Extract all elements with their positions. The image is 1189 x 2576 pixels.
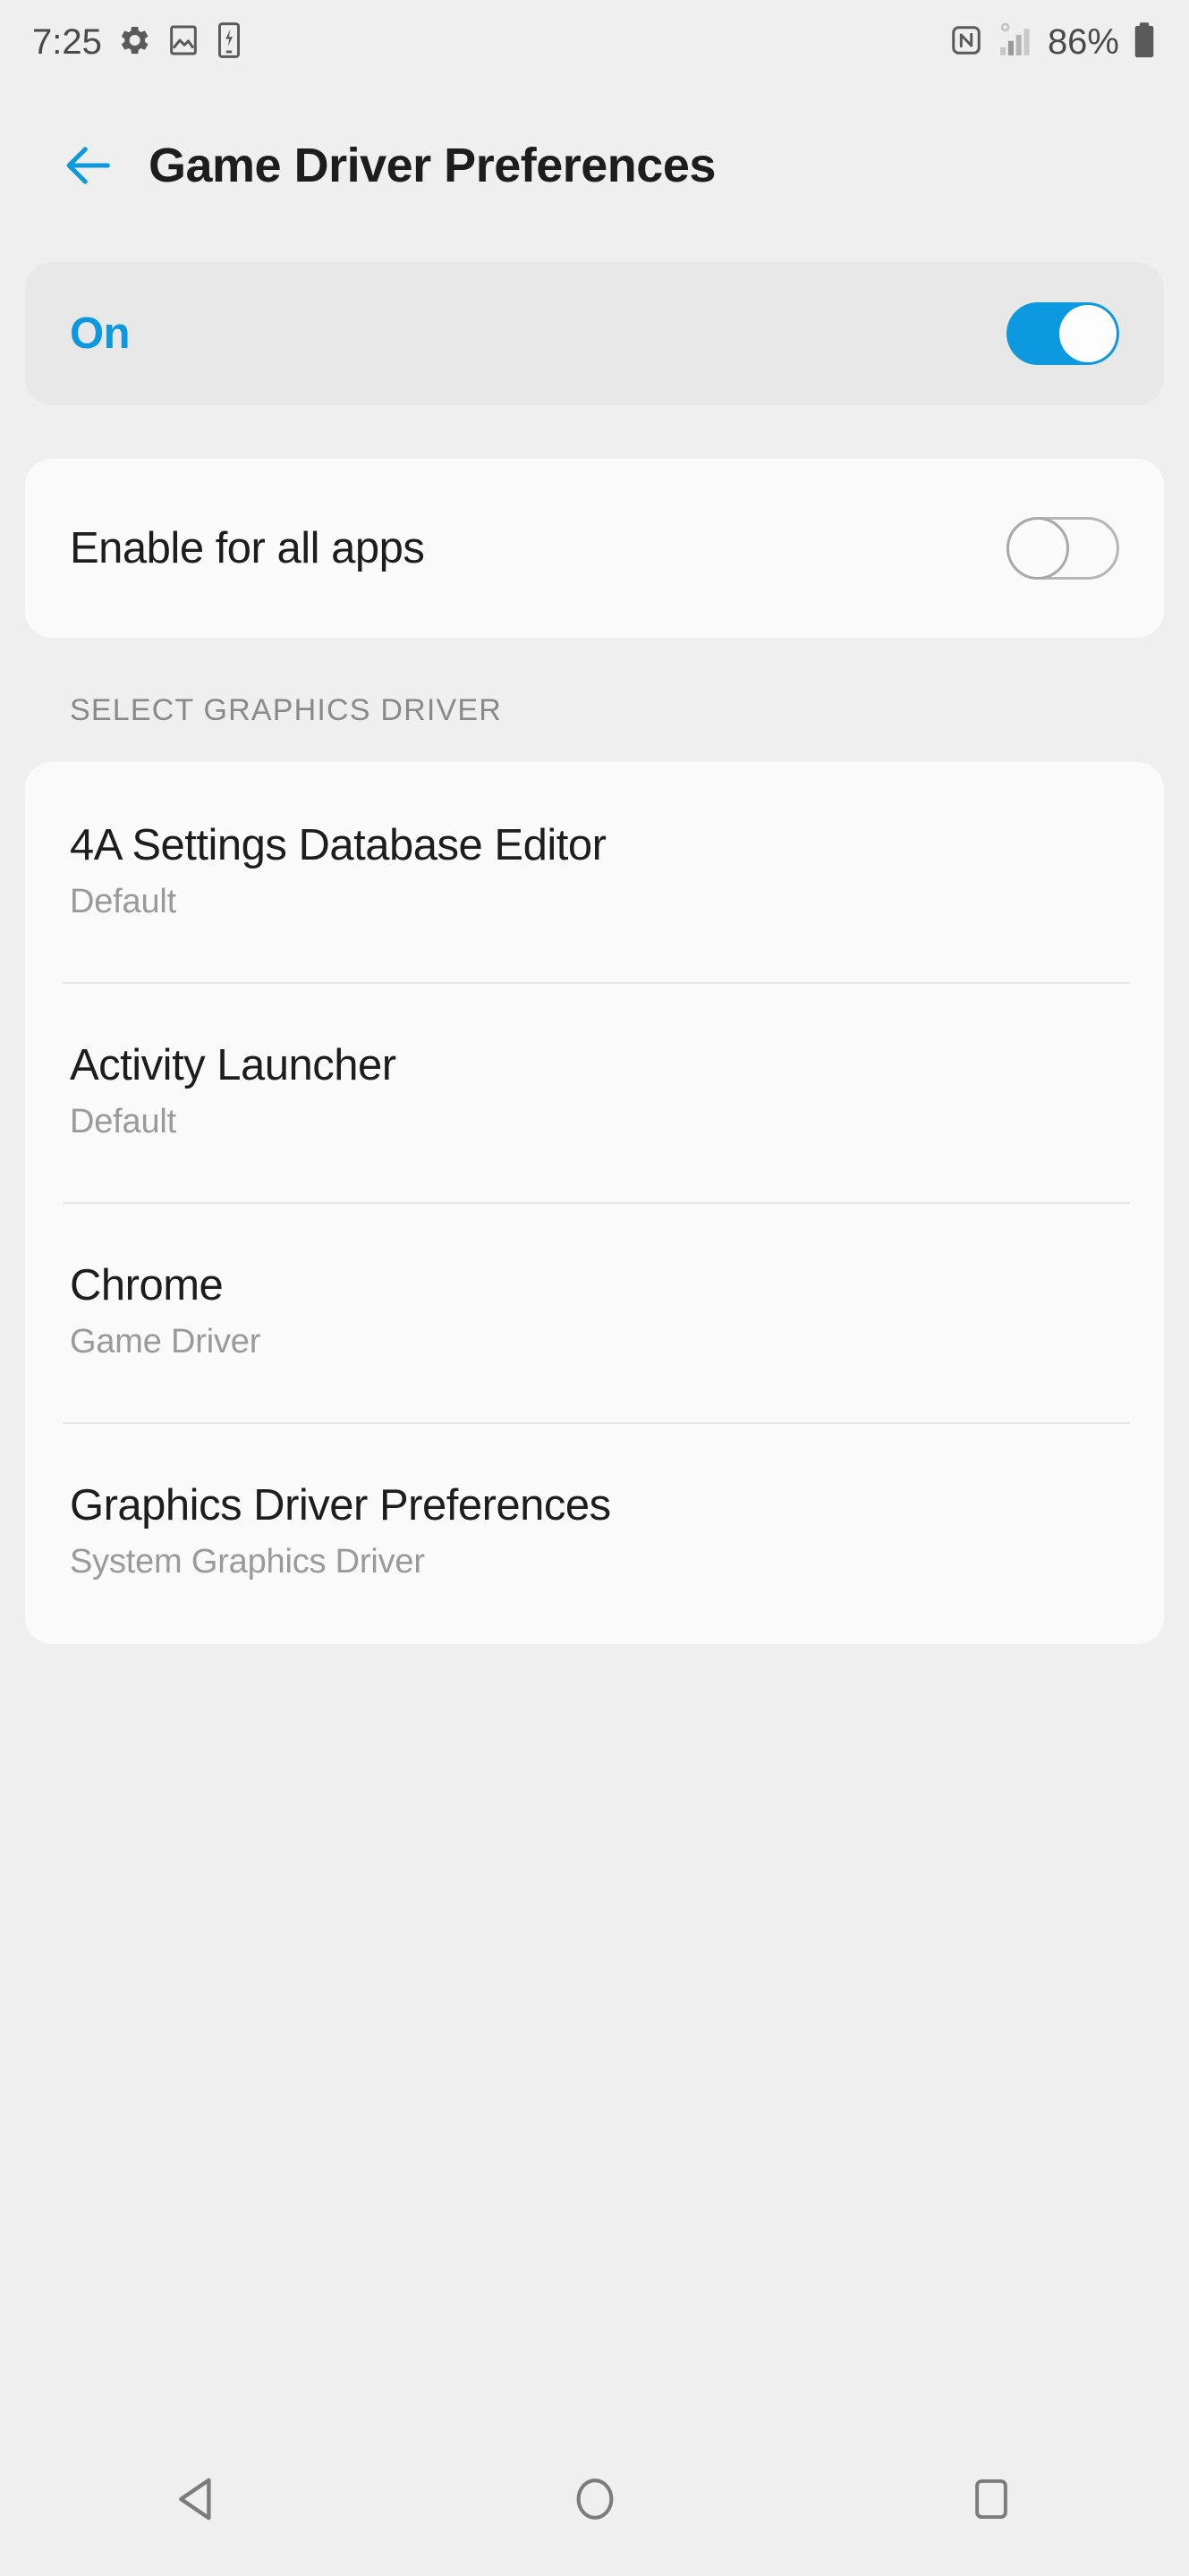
list-item[interactable]: Activity Launcher Default — [25, 982, 1164, 1202]
master-toggle-switch[interactable] — [1006, 302, 1119, 365]
app-bar: Game Driver Preferences — [0, 107, 1189, 224]
driver-app-value: Default — [70, 883, 177, 921]
gear-icon — [116, 22, 152, 63]
enable-all-apps-row[interactable]: Enable for all apps — [25, 459, 1164, 638]
graphics-driver-list: 4A Settings Database Editor Default Acti… — [25, 762, 1164, 1644]
list-item[interactable]: Graphics Driver Preferences System Graph… — [25, 1422, 1164, 1642]
status-bar-left: 7:25 — [32, 21, 243, 64]
enable-all-apps-label: Enable for all apps — [70, 524, 425, 572]
phone-screen: 7:25 86% Game Driver Preferences On Enab… — [0, 0, 1189, 2576]
driver-app-value: Game Driver — [70, 1323, 261, 1361]
enable-all-apps-toggle-switch[interactable] — [1006, 517, 1119, 580]
nav-back-button[interactable] — [118, 2445, 279, 2553]
back-button[interactable] — [55, 132, 122, 199]
toggle-thumb — [1006, 517, 1069, 580]
section-header-select-graphics-driver: SELECT GRAPHICS DRIVER — [70, 693, 502, 727]
image-icon — [166, 22, 200, 63]
driver-app-name: 4A Settings Database Editor — [70, 820, 607, 869]
nav-home-button[interactable] — [514, 2445, 675, 2553]
nfc-icon — [949, 23, 983, 62]
master-switch-label: On — [70, 309, 131, 358]
list-item[interactable]: Chrome Game Driver — [25, 1202, 1164, 1422]
status-bar-clock: 7:25 — [32, 22, 102, 62]
driver-app-value: System Graphics Driver — [70, 1543, 425, 1581]
nav-recents-button[interactable] — [911, 2445, 1072, 2553]
toggle-thumb — [1059, 305, 1117, 362]
signal-bars-icon — [996, 21, 1035, 64]
driver-app-name: Chrome — [70, 1260, 224, 1309]
master-switch-row[interactable]: On — [25, 262, 1164, 405]
battery-icon — [1132, 21, 1157, 64]
battery-percent-label: 86% — [1047, 22, 1119, 62]
page-title: Game Driver Preferences — [149, 139, 716, 192]
phone-charging-icon — [215, 21, 243, 64]
list-item[interactable]: 4A Settings Database Editor Default — [25, 762, 1164, 982]
system-navigation-bar — [0, 2422, 1189, 2576]
driver-app-name: Activity Launcher — [70, 1040, 396, 1089]
driver-app-name: Graphics Driver Preferences — [70, 1480, 611, 1530]
driver-app-value: Default — [70, 1103, 177, 1141]
status-bar: 7:25 86% — [0, 0, 1189, 85]
status-bar-right: 86% — [949, 21, 1157, 64]
